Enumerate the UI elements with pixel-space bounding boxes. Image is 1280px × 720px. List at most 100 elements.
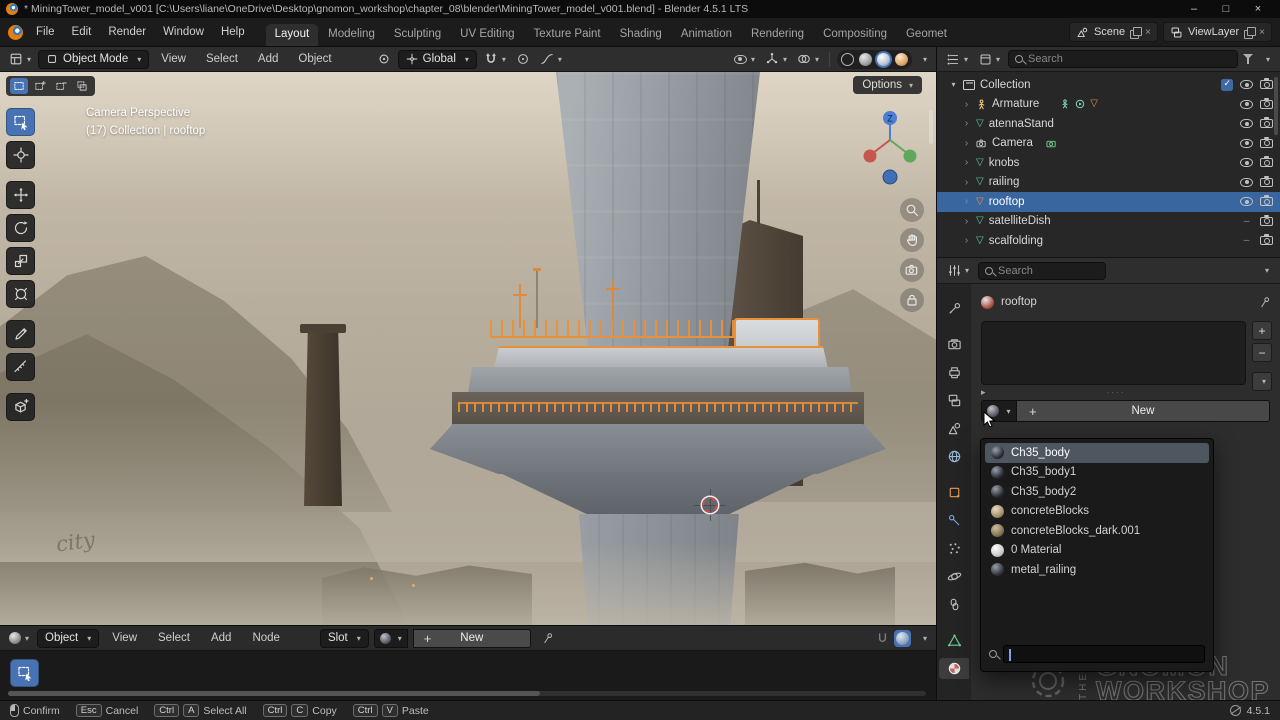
shader-browse-material-button[interactable]: [374, 629, 408, 648]
shader-pin-icon[interactable]: [542, 632, 555, 645]
select-extend-button[interactable]: [31, 78, 49, 94]
shading-rendered-button[interactable]: [893, 51, 910, 68]
tab-scene[interactable]: [939, 418, 969, 439]
expand-icon[interactable]: [962, 177, 971, 188]
add-slot-button[interactable]: +: [1252, 321, 1272, 340]
tab-modeling[interactable]: Modeling: [319, 24, 384, 46]
expand-icon[interactable]: [962, 99, 971, 110]
render-visibility-icon[interactable]: [1260, 80, 1273, 89]
eye-icon[interactable]: [1240, 178, 1253, 187]
material-option-concreteblocks[interactable]: concreteBlocks: [985, 502, 1209, 522]
outliner-item-scalfolding[interactable]: ▽ scalfolding: [937, 231, 1280, 251]
material-option-ch35-body[interactable]: Ch35_body: [985, 443, 1209, 463]
render-visibility-icon[interactable]: [1260, 178, 1273, 187]
maximize-button[interactable]: □: [1210, 3, 1242, 15]
material-option-0-material[interactable]: 0 Material: [985, 541, 1209, 561]
scale-tool[interactable]: [6, 247, 35, 275]
outliner-scrollbar[interactable]: [1274, 77, 1278, 135]
navigation-gizmo[interactable]: Z: [860, 108, 920, 188]
snap-button[interactable]: [481, 49, 509, 69]
outliner-item-atennastand[interactable]: ▽ atennaStand: [937, 114, 1280, 134]
expand-icon[interactable]: [962, 138, 971, 149]
expand-icon[interactable]: [962, 196, 971, 207]
overlays-button[interactable]: [794, 49, 822, 69]
pin-icon[interactable]: [1259, 296, 1272, 309]
outliner-item-knobs[interactable]: ▽ knobs: [937, 153, 1280, 173]
tab-sculpting[interactable]: Sculpting: [385, 24, 450, 46]
menu-object[interactable]: Object: [290, 50, 339, 68]
outliner-search[interactable]: [1008, 50, 1238, 68]
outliner-editor-type-button[interactable]: [944, 49, 971, 69]
shader-node-area[interactable]: [0, 651, 936, 700]
eye-closed-icon[interactable]: [1240, 217, 1253, 226]
viewport-3d[interactable]: Camera Perspective (17) Collection | roo…: [0, 72, 936, 625]
tab-object[interactable]: [939, 482, 969, 503]
blender-menu-icon[interactable]: [8, 25, 23, 40]
tab-layout[interactable]: Layout: [266, 24, 319, 46]
outliner-item-camera[interactable]: Camera: [937, 134, 1280, 154]
gizmo-minus-z-axis[interactable]: [883, 170, 897, 184]
render-visibility-icon[interactable]: [1260, 217, 1273, 226]
tab-geometry-nodes[interactable]: Geomet: [897, 24, 956, 46]
transform-tool[interactable]: [6, 280, 35, 308]
transform-orientation-selector[interactable]: Global: [398, 50, 477, 69]
outliner-display-mode-button[interactable]: [976, 49, 1003, 69]
filter-icon[interactable]: [1243, 54, 1254, 64]
material-option-metal-railing[interactable]: metal_railing: [985, 560, 1209, 580]
zoom-button[interactable]: [900, 198, 924, 222]
material-option-ch35-body2[interactable]: Ch35_body2: [985, 482, 1209, 502]
editor-type-button[interactable]: [6, 49, 34, 69]
render-visibility-icon[interactable]: [1260, 236, 1273, 245]
add-cube-tool[interactable]: [6, 393, 35, 421]
annotate-tool[interactable]: [6, 320, 35, 348]
collection-checkbox[interactable]: [1221, 79, 1233, 91]
shader-preview-button[interactable]: [894, 630, 911, 647]
transform-pivot-button[interactable]: [374, 49, 394, 69]
move-tool[interactable]: [6, 181, 35, 209]
tab-particles[interactable]: [939, 538, 969, 559]
select-intersect-button[interactable]: [73, 78, 91, 94]
eye-closed-icon[interactable]: [1240, 236, 1253, 245]
outliner-collection-row[interactable]: Collection: [937, 75, 1280, 95]
viewport-scrollbar[interactable]: [929, 110, 933, 144]
slot-selector[interactable]: Slot: [320, 629, 369, 648]
horizontal-scrollbar[interactable]: [8, 691, 926, 696]
tab-animation[interactable]: Animation: [672, 24, 741, 46]
remove-slot-button[interactable]: −: [1252, 343, 1272, 362]
remove-viewlayer-icon[interactable]: [1259, 27, 1265, 38]
proportional-edit-button[interactable]: [513, 49, 533, 69]
lock-view-button[interactable]: [900, 288, 924, 312]
new-scene-icon[interactable]: [1130, 27, 1140, 37]
select-box-tool[interactable]: [6, 108, 35, 136]
new-viewlayer-icon[interactable]: [1244, 27, 1254, 37]
eye-icon[interactable]: [1240, 158, 1253, 167]
tab-shading[interactable]: Shading: [611, 24, 671, 46]
eye-icon[interactable]: [1240, 197, 1253, 206]
panel-grip[interactable]: [981, 385, 1246, 399]
rotate-tool[interactable]: [6, 214, 35, 242]
tab-constraints[interactable]: [939, 594, 969, 615]
minimize-button[interactable]: –: [1178, 3, 1210, 15]
render-visibility-icon[interactable]: [1260, 158, 1273, 167]
tab-render[interactable]: [939, 334, 969, 355]
render-visibility-icon[interactable]: [1260, 119, 1273, 128]
expand-open-icon[interactable]: [949, 80, 958, 89]
material-option-concreteblocks-dark[interactable]: concreteBlocks_dark.001: [985, 521, 1209, 541]
tab-uv-editing[interactable]: UV Editing: [451, 24, 523, 46]
tab-compositing[interactable]: Compositing: [814, 24, 896, 46]
shader-options-button[interactable]: [916, 628, 930, 648]
gizmo-y-axis[interactable]: [904, 150, 917, 163]
menu-edit[interactable]: Edit: [64, 23, 100, 41]
outliner-filter-button[interactable]: [1259, 49, 1273, 69]
outliner-search-input[interactable]: [1028, 53, 1231, 65]
expand-icon[interactable]: [962, 216, 971, 227]
select-set-button[interactable]: [10, 78, 28, 94]
tab-material[interactable]: [939, 658, 969, 679]
camera-view-button[interactable]: [900, 258, 924, 282]
browse-material-button[interactable]: [981, 400, 1017, 422]
properties-search-input[interactable]: [998, 265, 1099, 277]
falloff-button[interactable]: [537, 49, 565, 69]
gizmo-x-axis[interactable]: [864, 150, 877, 163]
menu-select[interactable]: Select: [198, 50, 246, 68]
options-button[interactable]: Options: [853, 76, 922, 94]
